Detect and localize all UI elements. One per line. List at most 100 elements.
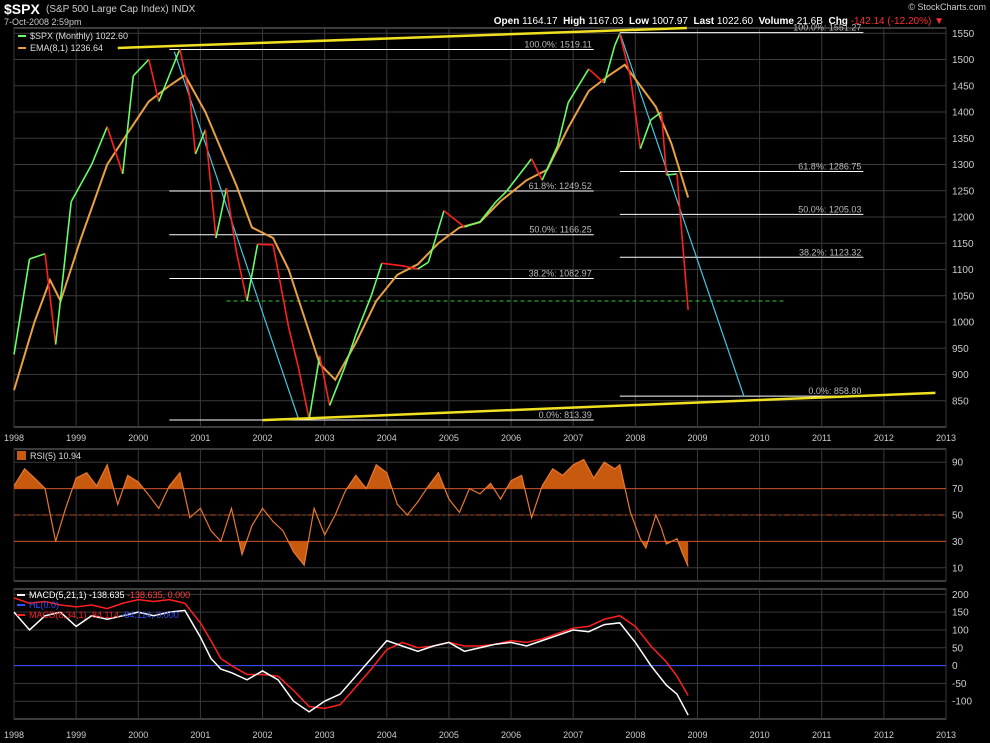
rsi-y-tick: 50 xyxy=(952,511,964,522)
price-x-tick: 2000 xyxy=(128,433,148,443)
fib-level-label: 50.0%: 1205.03 xyxy=(798,204,861,214)
price-segment xyxy=(328,365,346,406)
price-segment xyxy=(29,252,46,260)
price-segment xyxy=(344,334,357,367)
fib-level-label: 50.0%: 1166.25 xyxy=(529,225,591,235)
price-y-tick: 1250 xyxy=(952,186,975,197)
rsi-fill xyxy=(541,459,626,489)
rsi-legend-swatch xyxy=(17,451,26,460)
fib-level-label: 0.0%: 858.80 xyxy=(808,386,861,396)
price-segment xyxy=(287,327,300,369)
price-x-tick: 2005 xyxy=(439,433,459,443)
macd-y-tick: -50 xyxy=(952,679,967,690)
rsi-fill xyxy=(123,475,144,489)
price-segment xyxy=(297,368,310,420)
price-x-tick: 2013 xyxy=(936,433,956,443)
macd-legend-extra: -138.635, 0.000 xyxy=(125,590,191,600)
macd-x-tick: 2001 xyxy=(190,730,210,740)
macd-x-tick: 2003 xyxy=(315,730,335,740)
price-y-tick: 850 xyxy=(952,396,969,407)
price-x-tick: 2010 xyxy=(750,433,770,443)
price-segment xyxy=(90,126,108,165)
price-legend-label: EMA(8,1) 1236.64 xyxy=(30,43,103,53)
macd-x-tick: 2007 xyxy=(563,730,583,740)
price-x-tick: 1998 xyxy=(4,433,24,443)
macd-x-tick: 2006 xyxy=(501,730,521,740)
fib-level-label: 38.2%: 1123.32 xyxy=(799,247,861,257)
price-segment xyxy=(158,74,171,102)
fan-line xyxy=(173,51,300,420)
macd-legend-label: MACD(8,34,1) -84.114 -84.114, 0.000 xyxy=(29,610,179,620)
macd-x-tick: 2011 xyxy=(812,730,831,740)
price-segment xyxy=(443,210,465,228)
price-segment xyxy=(666,173,678,176)
fib-level-label: 100.0%: 1519.11 xyxy=(524,39,591,49)
macd-x-tick: 2010 xyxy=(750,730,770,740)
price-segment xyxy=(235,252,248,302)
price-segment xyxy=(381,262,403,267)
price-segment xyxy=(427,210,445,263)
price-y-tick: 1400 xyxy=(952,108,975,119)
macd-x-tick: 2012 xyxy=(874,730,894,740)
price-y-tick: 1150 xyxy=(952,239,974,250)
price-segment xyxy=(464,220,481,228)
price-segment xyxy=(603,45,616,84)
price-segment xyxy=(44,253,57,345)
macd-legend-extra: -84.114, 0.000 xyxy=(119,610,179,620)
price-x-tick: 2011 xyxy=(812,433,831,443)
macd-x-tick: 2000 xyxy=(128,730,148,740)
price-segment xyxy=(70,164,93,203)
rsi-y-tick: 90 xyxy=(952,458,964,469)
fib-level-label: 0.0%: 813.39 xyxy=(539,410,592,420)
price-segment xyxy=(132,58,150,77)
price-y-tick: 1350 xyxy=(952,134,975,145)
price-segment xyxy=(370,262,383,296)
macd-x-tick: 2009 xyxy=(687,730,707,740)
macd-y-tick: -100 xyxy=(952,697,972,708)
price-segment xyxy=(225,188,238,253)
rsi-legend-label: RSI(5) 10.94 xyxy=(30,451,81,461)
macd-legend-label: HL(0.0) xyxy=(29,600,59,610)
price-segment xyxy=(588,68,605,84)
price-segment xyxy=(308,355,321,420)
price-y-tick: 1500 xyxy=(952,55,975,66)
macd-y-tick: 150 xyxy=(952,608,969,619)
price-x-tick: 2003 xyxy=(315,433,335,443)
price-y-tick: 1050 xyxy=(952,291,975,302)
price-x-tick: 2004 xyxy=(377,433,397,443)
price-segment xyxy=(106,126,124,175)
price-frame xyxy=(13,27,947,428)
price-segment xyxy=(541,145,559,181)
price-x-tick: 2006 xyxy=(501,433,521,443)
price-y-tick: 1000 xyxy=(952,318,975,329)
price-segment xyxy=(215,187,228,239)
trendline xyxy=(117,26,687,50)
macd-legend-label: MACD(5,21,1) -138.635 -138.635, 0.000 xyxy=(29,590,190,600)
macd-x-tick: 1998 xyxy=(4,730,24,740)
price-segment xyxy=(204,129,217,239)
price-segment xyxy=(479,201,497,223)
price-y-tick: 1100 xyxy=(952,265,974,276)
price-segment xyxy=(257,243,274,246)
price-y-tick: 1550 xyxy=(952,29,975,40)
price-x-tick: 2001 xyxy=(190,433,210,443)
price-x-tick: 2008 xyxy=(625,433,645,443)
price-segment xyxy=(681,234,689,310)
macd-y-tick: 50 xyxy=(952,643,964,654)
macd-x-tick: 1999 xyxy=(66,730,86,740)
price-x-tick: 2009 xyxy=(687,433,707,443)
price-segment xyxy=(121,75,135,175)
macd-x-tick: 2002 xyxy=(253,730,273,740)
price-segment xyxy=(639,119,652,150)
price-segment xyxy=(619,33,632,77)
macd-frame xyxy=(13,588,947,720)
price-x-tick: 2012 xyxy=(874,433,894,443)
macd-y-tick: 0 xyxy=(952,661,958,672)
rsi-y-tick: 30 xyxy=(952,537,964,548)
price-segment xyxy=(272,244,290,328)
fib-level-label: 61.8%: 1249.52 xyxy=(529,181,592,191)
fib-level-label: 100.0%: 1551.27 xyxy=(793,23,861,33)
macd-x-tick: 2004 xyxy=(377,730,397,740)
macd-x-tick: 2008 xyxy=(625,730,645,740)
trendline xyxy=(262,391,936,422)
